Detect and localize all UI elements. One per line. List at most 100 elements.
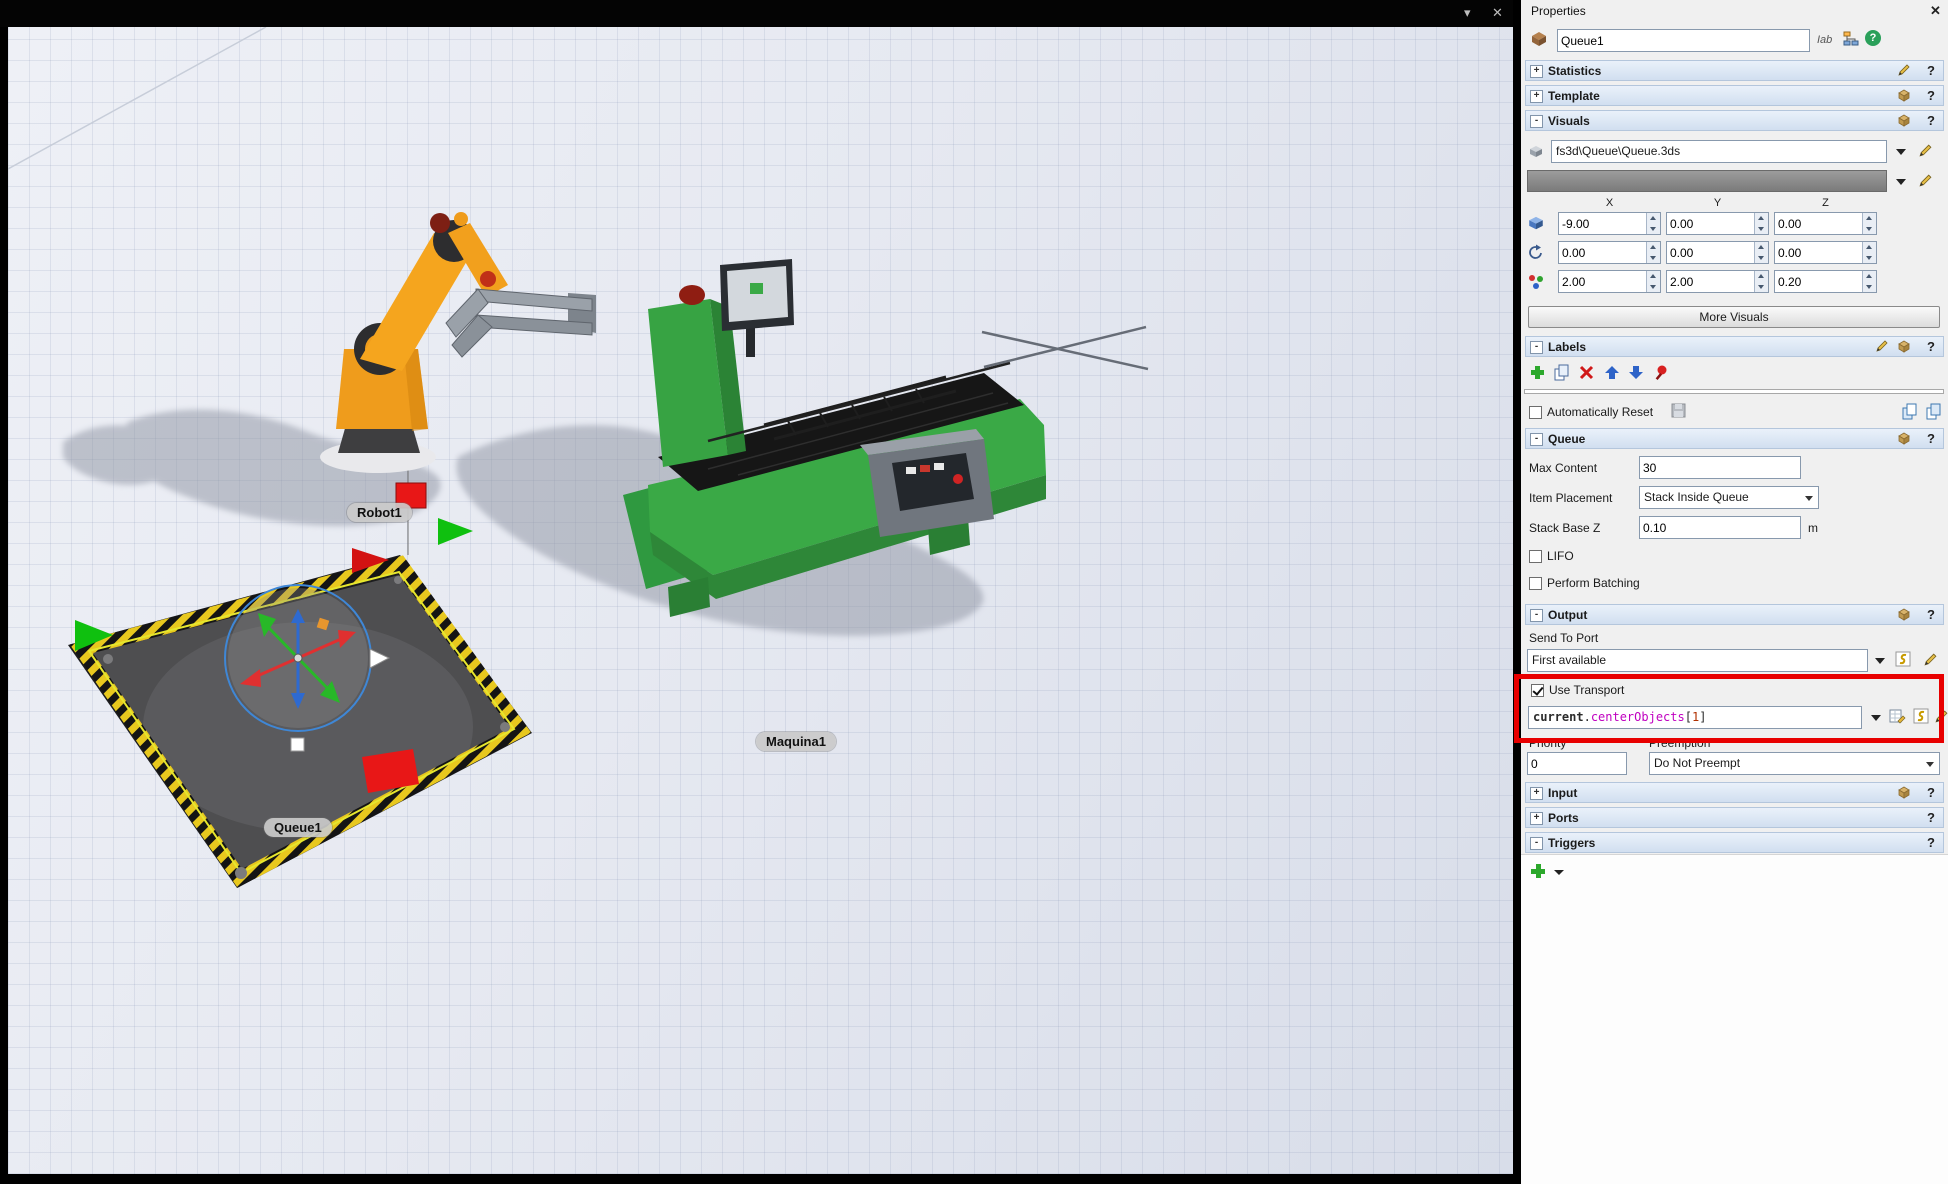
spinner[interactable] [1862,213,1876,234]
section-header-ports[interactable]: + Ports ? [1525,807,1944,828]
pin-label-icon[interactable] [1652,364,1669,381]
color-swatch-bar[interactable] [1527,170,1887,192]
help-icon[interactable]: ? [1865,30,1881,46]
edit-color-icon[interactable] [1918,173,1933,188]
spinner[interactable] [1754,213,1768,234]
package-icon[interactable] [1897,113,1913,129]
more-visuals-button[interactable]: More Visuals [1528,306,1940,328]
template-edit-icon[interactable] [1889,708,1906,725]
position-x-field[interactable] [1558,212,1661,235]
help-icon[interactable]: ? [1927,785,1935,800]
edit-icon[interactable] [1875,339,1891,355]
3d-viewport[interactable]: Robot1 Maquina1 Queue1 [8,27,1513,1174]
shape-file-field[interactable]: fs3d\Queue\Queue.3ds [1551,140,1887,163]
use-transport-checkbox[interactable] [1531,684,1544,697]
save-disk-icon[interactable] [1671,403,1686,418]
section-header-visuals[interactable]: - Visuals ? [1525,110,1944,131]
section-header-queue[interactable]: - Queue ? [1525,428,1944,449]
edit-shape-icon[interactable] [1918,143,1933,158]
perform-batching-checkbox[interactable] [1529,577,1542,590]
paste-table-icon[interactable] [1925,403,1942,420]
item-placement-dropdown[interactable]: Stack Inside Queue [1639,486,1819,509]
rotation-z-field[interactable] [1774,241,1877,264]
script-icon[interactable] [1913,708,1929,724]
max-content-input[interactable] [1639,456,1801,479]
help-icon[interactable]: ? [1927,835,1935,850]
help-icon[interactable]: ? [1927,113,1935,128]
section-header-template[interactable]: + Template ? [1525,85,1944,106]
priority-input[interactable] [1527,752,1627,775]
rename-icon[interactable]: Iab [1817,34,1832,46]
help-icon[interactable]: ? [1927,88,1935,103]
add-label-icon[interactable] [1529,364,1546,381]
expand-toggle-icon[interactable]: + [1530,90,1543,103]
lifo-checkbox[interactable] [1529,550,1542,563]
package-icon[interactable] [1897,339,1913,355]
move-up-icon[interactable] [1604,364,1621,381]
transport-code-field[interactable]: current.centerObjects[1] [1528,706,1862,729]
send-to-port-field[interactable]: First available [1527,649,1868,672]
size-z-field[interactable] [1774,270,1877,293]
preemption-dropdown[interactable]: Do Not Preempt [1649,752,1940,775]
edit-icon[interactable] [1897,63,1913,79]
delete-label-icon[interactable] [1578,364,1595,381]
color-dropdown-arrow[interactable] [1892,170,1909,193]
help-icon[interactable]: ? [1927,607,1935,622]
package-icon[interactable] [1897,785,1913,801]
tree-browse-icon[interactable] [1843,31,1859,46]
expand-toggle-icon[interactable]: + [1530,787,1543,800]
send-to-port-dropdown-arrow[interactable] [1871,649,1888,672]
panel-close-icon[interactable]: ✕ [1930,3,1941,19]
help-icon[interactable]: ? [1927,810,1935,825]
viewport-collapse-icon[interactable]: ▾ [1464,5,1471,20]
section-header-labels[interactable]: - Labels ? [1525,336,1944,357]
auto-reset-checkbox[interactable] [1529,406,1542,419]
copy-table-icon[interactable] [1901,403,1918,420]
labels-list-empty[interactable] [1524,389,1944,394]
help-icon[interactable]: ? [1927,339,1935,354]
spinner[interactable] [1862,271,1876,292]
add-trigger-icon[interactable] [1529,862,1547,880]
edit-icon[interactable] [1923,652,1938,667]
move-down-icon[interactable] [1628,364,1645,381]
section-header-input[interactable]: + Input ? [1525,782,1944,803]
expand-toggle-icon[interactable]: - [1530,115,1543,128]
expand-toggle-icon[interactable]: + [1530,812,1543,825]
edit-icon[interactable] [1934,709,1948,724]
position-y-field[interactable] [1666,212,1769,235]
section-header-output[interactable]: - Output ? [1525,604,1944,625]
port-marker-green-mid[interactable] [438,518,473,545]
expand-toggle-icon[interactable]: - [1530,609,1543,622]
expand-toggle-icon[interactable]: + [1530,65,1543,78]
gizmo-square-handle[interactable] [291,738,304,751]
expand-toggle-icon[interactable]: - [1530,341,1543,354]
position-z-field[interactable] [1774,212,1877,235]
transport-dropdown-arrow[interactable] [1867,706,1884,729]
add-trigger-dropdown-arrow[interactable] [1553,866,1565,878]
package-icon[interactable] [1897,431,1913,447]
spinner[interactable] [1754,242,1768,263]
expand-toggle-icon[interactable]: - [1530,433,1543,446]
help-icon[interactable]: ? [1927,431,1935,446]
package-icon[interactable] [1897,88,1913,104]
package-icon[interactable] [1897,607,1913,623]
help-icon[interactable]: ? [1927,63,1935,78]
spinner[interactable] [1754,271,1768,292]
spinner[interactable] [1862,242,1876,263]
script-icon[interactable] [1895,651,1911,667]
spinner[interactable] [1646,213,1660,234]
size-y-field[interactable] [1666,270,1769,293]
size-x-field[interactable] [1558,270,1661,293]
object-name-input[interactable] [1557,29,1810,52]
copy-label-icon[interactable] [1553,364,1570,381]
rotation-y-field[interactable] [1666,241,1769,264]
expand-toggle-icon[interactable]: - [1530,837,1543,850]
section-header-statistics[interactable]: + Statistics ? [1525,60,1944,81]
section-header-triggers[interactable]: - Triggers ? [1525,832,1944,853]
viewport-close-icon[interactable]: ✕ [1492,5,1503,20]
shape-dropdown-arrow[interactable] [1892,140,1909,163]
rotation-x-field[interactable] [1558,241,1661,264]
spinner[interactable] [1646,242,1660,263]
spinner[interactable] [1646,271,1660,292]
stack-base-input[interactable] [1639,516,1801,539]
